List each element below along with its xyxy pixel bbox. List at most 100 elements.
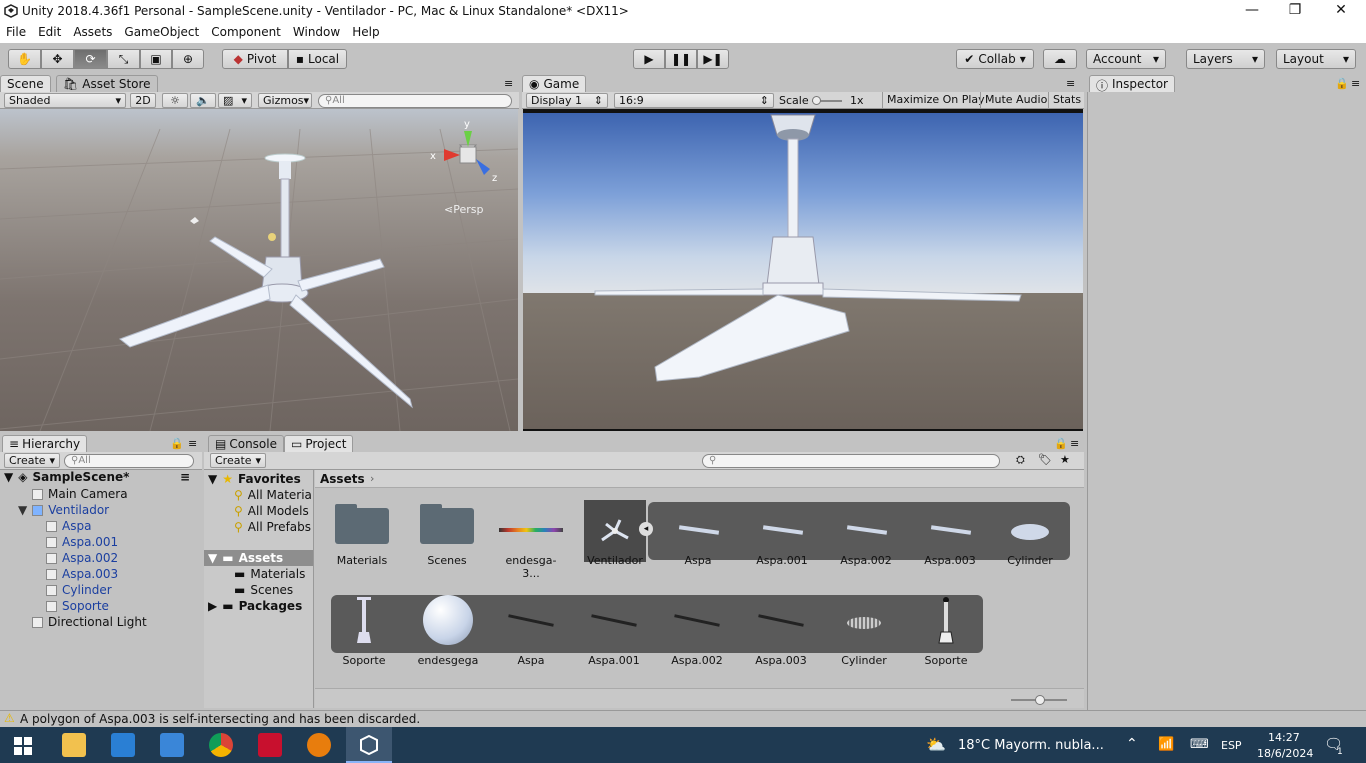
- mail-icon[interactable]: [160, 733, 184, 757]
- minimize-button[interactable]: —: [1229, 2, 1275, 22]
- menu-component[interactable]: Component: [205, 23, 287, 43]
- scene-view[interactable]: y x z ⋖Persp: [0, 109, 518, 431]
- blender-icon[interactable]: [307, 733, 331, 757]
- cloud-button[interactable]: ☁: [1043, 49, 1077, 69]
- hierarchy-item-directional-light[interactable]: Directional Light: [32, 615, 147, 629]
- folder-materials[interactable]: ▬ Materials: [234, 567, 305, 581]
- clock-time[interactable]: 14:27: [1268, 731, 1300, 744]
- game-view[interactable]: [523, 109, 1083, 431]
- asset-ventilador[interactable]: Ventilador: [584, 500, 646, 580]
- icon-size-slider[interactable]: [1011, 695, 1067, 705]
- language-indicator[interactable]: ESP: [1221, 739, 1242, 752]
- orientation-gizmo[interactable]: y x z: [430, 119, 500, 189]
- pivot-button[interactable]: ◆ Pivot: [222, 49, 288, 69]
- acrobat-icon[interactable]: [258, 733, 282, 757]
- file-explorer-icon[interactable]: [62, 733, 86, 757]
- local-button[interactable]: ▪ Local: [288, 49, 347, 69]
- hierarchy-item-main-camera[interactable]: Main Camera: [32, 487, 128, 501]
- wifi-icon[interactable]: 📶: [1158, 737, 1174, 752]
- menu-gameobject[interactable]: GameObject: [118, 23, 205, 43]
- asset-soporte-mesh[interactable]: Soporte: [333, 593, 395, 673]
- hierarchy-item-cylinder[interactable]: Cylinder: [46, 583, 112, 597]
- project-create-dropdown[interactable]: Create ▾: [210, 453, 266, 468]
- status-bar[interactable]: ⚠ A polygon of Aspa.003 is self-intersec…: [0, 710, 1366, 727]
- collab-dropdown[interactable]: ✔ Collab ▾: [956, 49, 1034, 69]
- display-dropdown[interactable]: Display 1 ⇕: [526, 93, 608, 108]
- gizmos-dropdown[interactable]: Gizmos ▾: [258, 93, 312, 108]
- panel-menu-icon[interactable]: ≡: [504, 77, 513, 90]
- asset-aspa-001-mesh[interactable]: Aspa.001: [751, 500, 813, 580]
- project-search-input[interactable]: ⚲: [702, 454, 1000, 468]
- stats-toggle[interactable]: Stats: [1048, 92, 1085, 108]
- hierarchy-search-input[interactable]: ⚲All: [64, 454, 194, 468]
- chevron-up-icon[interactable]: ⌃: [1126, 736, 1138, 752]
- account-dropdown[interactable]: Account ▾: [1086, 49, 1166, 69]
- icon-size-slider-thumb[interactable]: [1035, 695, 1045, 705]
- maximize-button[interactable]: ❐: [1272, 2, 1318, 22]
- effects-dropdown[interactable]: ▨ ▾: [218, 93, 252, 108]
- keyboard-icon[interactable]: ⌨: [1190, 737, 1209, 752]
- aspect-dropdown[interactable]: 16:9 ⇕: [614, 93, 774, 108]
- asset-endesgega-material[interactable]: endesgega: [417, 593, 479, 673]
- maximize-on-play-toggle[interactable]: Maximize On Play: [882, 92, 989, 108]
- hierarchy-item-aspa-001[interactable]: Aspa.001: [46, 535, 118, 549]
- asset-cylinder-model[interactable]: Cylinder: [833, 593, 895, 673]
- tab-scene[interactable]: Scene: [0, 75, 51, 92]
- tab-project[interactable]: ▭ Project: [284, 435, 354, 452]
- asset-aspa-002-mesh[interactable]: Aspa.002: [835, 500, 897, 580]
- asset-aspa-001-model[interactable]: Aspa.001: [583, 593, 645, 673]
- collapse-prefab-button[interactable]: ◂: [639, 522, 653, 536]
- asset-cylinder-mesh[interactable]: Cylinder: [999, 500, 1061, 580]
- scene-search-input[interactable]: ⚲All: [318, 94, 512, 108]
- fav-all-prefabs[interactable]: ⚲ All Prefabs: [234, 520, 311, 534]
- asset-materials[interactable]: Materials: [331, 500, 393, 580]
- assets-folder-item[interactable]: ▼ ▬ Assets: [208, 551, 283, 565]
- scale-tool-button[interactable]: ⤡: [107, 49, 140, 69]
- scene-root-item[interactable]: ▼ ◈ SampleScene* ≡: [4, 470, 190, 484]
- asset-aspa-003-model[interactable]: Aspa.003: [750, 593, 812, 673]
- layers-dropdown[interactable]: Layers ▾: [1186, 49, 1265, 69]
- asset-soporte-model[interactable]: Soporte: [915, 593, 977, 673]
- windows-start-icon[interactable]: [14, 737, 32, 755]
- unity-taskbar-button[interactable]: [346, 727, 392, 763]
- hierarchy-item-aspa[interactable]: Aspa: [46, 519, 91, 533]
- menu-help[interactable]: Help: [346, 23, 385, 43]
- layout-dropdown[interactable]: Layout ▾: [1276, 49, 1356, 69]
- menu-edit[interactable]: Edit: [32, 23, 67, 43]
- play-button[interactable]: ▶: [633, 49, 665, 69]
- step-button[interactable]: ▶❚: [697, 49, 729, 69]
- folder-scenes[interactable]: ▬ Scenes: [234, 583, 293, 597]
- hierarchy-item-soporte[interactable]: Soporte: [46, 599, 109, 613]
- rotate-tool-button[interactable]: ⟳: [74, 49, 107, 69]
- hierarchy-create-dropdown[interactable]: Create ▾: [4, 453, 60, 468]
- hierarchy-item-aspa-002[interactable]: Aspa.002: [46, 551, 118, 565]
- tab-asset-store[interactable]: 🛍 Asset Store: [56, 75, 158, 92]
- fav-all-models[interactable]: ⚲ All Models: [234, 504, 309, 518]
- filter-type-icon[interactable]: ⛭: [1016, 453, 1025, 467]
- hierarchy-item-ventilador[interactable]: ▼ Ventilador: [18, 503, 109, 517]
- filter-label-icon[interactable]: 🏷: [1038, 453, 1052, 466]
- favorite-star-icon[interactable]: ★: [1060, 453, 1070, 466]
- asset-aspa-002-model[interactable]: Aspa.002: [666, 593, 728, 673]
- mute-audio-toggle[interactable]: Mute Audio: [980, 92, 1051, 108]
- tab-inspector[interactable]: ⓘ Inspector: [1089, 75, 1175, 93]
- tab-game[interactable]: ◉ Game: [522, 75, 587, 92]
- favorites-item[interactable]: ▼ ★ Favorites: [208, 472, 301, 486]
- transform-tool-button[interactable]: ⊕: [172, 49, 204, 69]
- chrome-icon[interactable]: [209, 733, 233, 757]
- scene-menu-icon[interactable]: ≡: [180, 470, 190, 484]
- lighting-toggle[interactable]: ☼: [162, 93, 188, 108]
- scale-slider-thumb[interactable]: [812, 96, 821, 105]
- panel-menu-icon[interactable]: ≡: [1070, 437, 1079, 450]
- 2d-toggle[interactable]: 2D: [130, 93, 156, 108]
- weather-text[interactable]: 18°C Mayorm. nubla...: [958, 738, 1104, 753]
- shading-mode-dropdown[interactable]: Shaded ▾: [4, 93, 126, 108]
- menu-assets[interactable]: Assets: [67, 23, 118, 43]
- breadcrumb-assets[interactable]: Assets: [320, 472, 365, 486]
- persp-label[interactable]: ⋖Persp: [444, 203, 483, 216]
- tab-hierarchy[interactable]: ≡ Hierarchy: [2, 435, 88, 452]
- scale-slider[interactable]: [812, 96, 842, 105]
- tab-console[interactable]: ▤ Console: [208, 435, 284, 452]
- panel-menu-icon[interactable]: ≡: [188, 437, 197, 450]
- lock-icon[interactable]: 🔒: [170, 437, 184, 450]
